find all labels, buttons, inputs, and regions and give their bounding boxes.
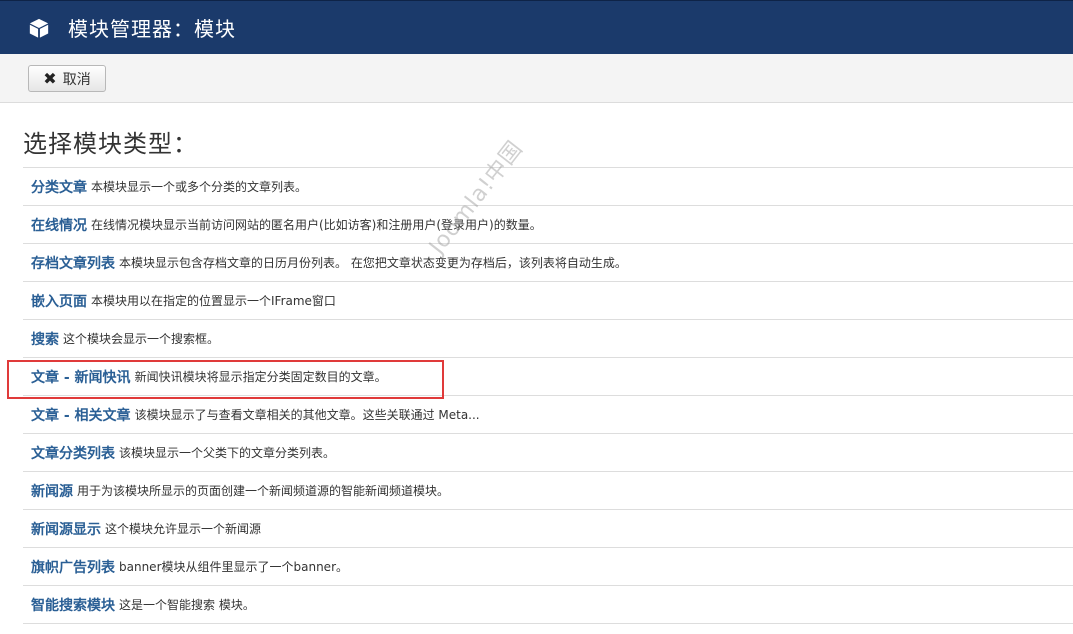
page-title: 模块管理器：模块 [68, 17, 236, 41]
list-item: 新闻源 用于为该模块所显示的页面创建一个新闻频道源的智能新闻频道模块。 [23, 471, 1073, 509]
list-item: 智能搜索模块 这是一个智能搜索 模块。 [23, 585, 1073, 624]
module-link[interactable]: 文章 - 新闻快讯 [31, 367, 131, 387]
module-description: 这个模块允许显示一个新闻源 [105, 522, 262, 536]
module-link[interactable]: 在线情况 [31, 215, 87, 235]
list-item: 文章 - 相关文章 该模块显示了与查看文章相关的其他文章。这些关联通过 Meta… [23, 395, 1073, 433]
list-item: 分类文章 本模块显示一个或多个分类的文章列表。 [23, 167, 1073, 205]
module-description: 新闻快讯模块将显示指定分类固定数目的文章。 [134, 370, 387, 384]
list-item: 存档文章列表 本模块显示包含存档文章的日历月份列表。 在您把文章状态变更为存档后… [23, 243, 1073, 281]
list-item: 旗帜广告列表 banner模块从组件里显示了一个banner。 [23, 547, 1073, 585]
module-description: 用于为该模块所显示的页面创建一个新闻频道源的智能新闻频道模块。 [77, 484, 450, 498]
close-icon: ✖ [43, 69, 57, 88]
module-link[interactable]: 旗帜广告列表 [31, 557, 115, 577]
toolbar: ✖ 取消 [0, 54, 1073, 103]
module-link[interactable]: 存档文章列表 [31, 253, 115, 273]
module-description: 这个模块会显示一个搜索框。 [63, 332, 220, 346]
module-description: 该模块显示一个父类下的文章分类列表。 [119, 446, 336, 460]
module-description: 本模块显示一个或多个分类的文章列表。 [91, 180, 308, 194]
module-description: 本模块显示包含存档文章的日历月份列表。 在您把文章状态变更为存档后，该列表将自动… [119, 256, 627, 270]
cube-icon [29, 18, 49, 38]
module-link[interactable]: 智能搜索模块 [31, 595, 115, 615]
module-link[interactable]: 搜索 [31, 329, 59, 349]
module-description: 在线情况模块显示当前访问网站的匿名用户(比如访客)和注册用户(登录用户)的数量。 [91, 218, 542, 232]
module-description: 该模块显示了与查看文章相关的其他文章。这些关联通过 Meta... [134, 408, 480, 422]
module-link[interactable]: 新闻源 [31, 481, 73, 501]
module-link[interactable]: 文章分类列表 [31, 443, 115, 463]
module-type-list: 分类文章 本模块显示一个或多个分类的文章列表。 在线情况 在线情况模块显示当前访… [23, 167, 1073, 624]
list-item: 搜索 这个模块会显示一个搜索框。 [23, 319, 1073, 357]
module-link[interactable]: 分类文章 [31, 177, 87, 197]
module-link[interactable]: 文章 - 相关文章 [31, 405, 131, 425]
list-item: 嵌入页面 本模块用以在指定的位置显示一个IFrame窗口 [23, 281, 1073, 319]
module-description: banner模块从组件里显示了一个banner。 [119, 560, 348, 574]
list-item: 新闻源显示 这个模块允许显示一个新闻源 [23, 509, 1073, 547]
list-item: 在线情况 在线情况模块显示当前访问网站的匿名用户(比如访客)和注册用户(登录用户… [23, 205, 1073, 243]
module-link[interactable]: 新闻源显示 [31, 519, 101, 539]
cancel-button-label: 取消 [62, 71, 91, 88]
cancel-button[interactable]: ✖ 取消 [28, 65, 106, 92]
list-item: 文章 - 新闻快讯 新闻快讯模块将显示指定分类固定数目的文章。 [23, 357, 1073, 395]
section-heading: 选择模块类型： [23, 130, 198, 158]
page-header: 模块管理器：模块 [0, 0, 1073, 54]
list-item: 文章分类列表 该模块显示一个父类下的文章分类列表。 [23, 433, 1073, 471]
module-description: 本模块用以在指定的位置显示一个IFrame窗口 [91, 294, 336, 308]
module-description: 这是一个智能搜索 模块。 [119, 598, 255, 612]
module-link[interactable]: 嵌入页面 [31, 291, 87, 311]
